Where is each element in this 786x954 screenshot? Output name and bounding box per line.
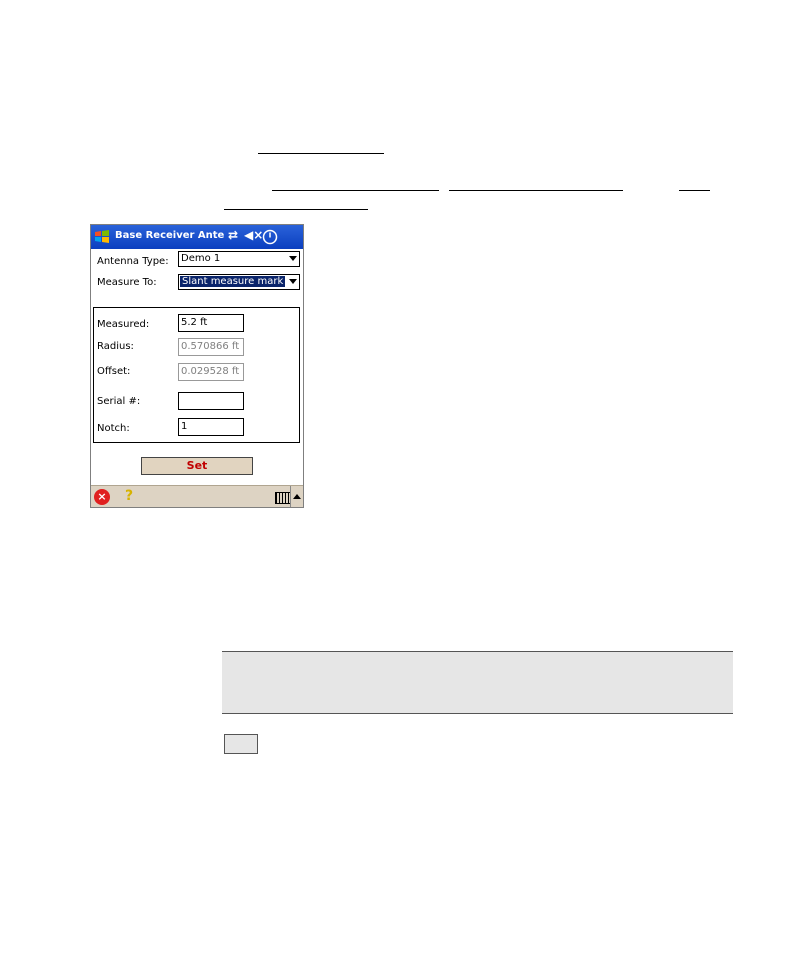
underline-3 bbox=[449, 190, 623, 191]
underline-5 bbox=[224, 209, 368, 210]
antenna-type-label: Antenna Type: bbox=[97, 256, 169, 267]
notch-value: 1 bbox=[181, 421, 188, 432]
offset-field: 0.029528 ft bbox=[178, 363, 244, 381]
underline-1 bbox=[258, 153, 384, 154]
measured-input[interactable]: 5.2 ft bbox=[178, 314, 244, 332]
measure-to-label: Measure To: bbox=[97, 277, 157, 288]
ok-icon[interactable] bbox=[262, 229, 278, 245]
bottom-bar-separator bbox=[290, 486, 291, 507]
arrow-up-icon[interactable] bbox=[293, 494, 301, 499]
set-button[interactable]: Set bbox=[141, 457, 253, 475]
measure-to-value: Slant measure mark bbox=[178, 275, 287, 288]
title-bar: Base Receiver Antenna ⇄ ◀× bbox=[91, 225, 303, 249]
underline-2 bbox=[272, 190, 439, 191]
antenna-type-value: Demo 1 bbox=[181, 253, 221, 264]
note-box bbox=[222, 651, 733, 714]
antenna-type-select[interactable]: Demo 1 bbox=[178, 251, 300, 267]
underline-4 bbox=[679, 190, 710, 191]
sync-icon[interactable]: ⇄ bbox=[228, 228, 238, 242]
help-icon[interactable]: ? bbox=[125, 488, 133, 504]
bottom-bar: × ? bbox=[91, 485, 303, 507]
device-screen: Base Receiver Antenna ⇄ ◀× Antenna Type:… bbox=[90, 224, 304, 508]
notch-input[interactable]: 1 bbox=[178, 418, 244, 436]
serial-label: Serial #: bbox=[97, 396, 141, 407]
window-title: Base Receiver Antenna bbox=[115, 230, 225, 241]
serial-input[interactable] bbox=[178, 392, 244, 410]
radius-field: 0.570866 ft bbox=[178, 338, 244, 356]
measure-to-select[interactable]: Slant measure mark bbox=[178, 274, 300, 290]
keyboard-icon[interactable] bbox=[275, 492, 291, 504]
close-icon[interactable]: × bbox=[94, 489, 110, 505]
radius-value: 0.570866 ft bbox=[181, 341, 240, 352]
windows-start-icon[interactable] bbox=[93, 228, 111, 246]
offset-label: Offset: bbox=[97, 366, 131, 377]
measured-label: Measured: bbox=[97, 319, 150, 330]
speaker-mute-icon[interactable]: ◀× bbox=[244, 228, 263, 242]
offset-value: 0.029528 ft bbox=[181, 366, 240, 377]
measured-value: 5.2 ft bbox=[181, 317, 208, 328]
radius-label: Radius: bbox=[97, 341, 134, 352]
chevron-down-icon bbox=[289, 256, 297, 261]
notch-label: Notch: bbox=[97, 423, 130, 434]
chevron-down-icon bbox=[289, 279, 297, 284]
key-box bbox=[224, 734, 258, 754]
